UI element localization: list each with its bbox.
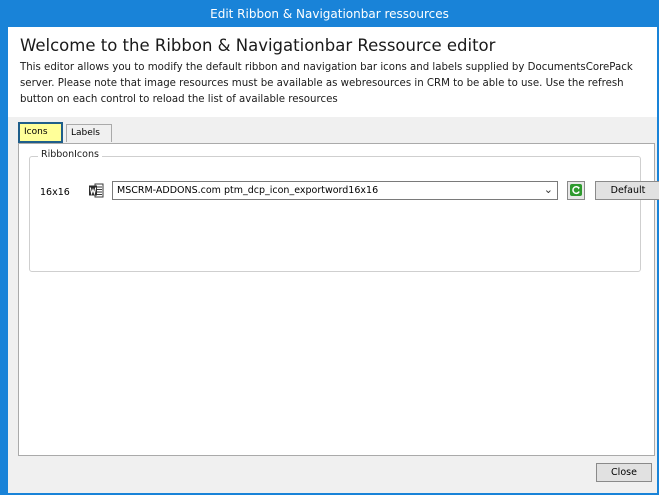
chevron-down-icon[interactable]: ⌄: [544, 183, 553, 196]
page-title: Welcome to the Ribbon & Navigationbar Re…: [20, 36, 496, 55]
header-panel: Welcome to the Ribbon & Navigationbar Re…: [8, 27, 657, 117]
close-button[interactable]: Close: [596, 463, 652, 482]
description-text: This editor allows you to modify the def…: [20, 62, 633, 105]
ribbon-icons-group: RibbonIcons 16x16 MSCRM-ADDONS.com ptm_d…: [29, 149, 659, 272]
group-label: RibbonIcons: [38, 149, 102, 160]
editor-window: Edit Ribbon & Navigationbar ressources W…: [0, 0, 659, 495]
tab-icons[interactable]: Icons: [18, 122, 63, 143]
refresh-icon: [570, 181, 582, 200]
icon-resource-select[interactable]: MSCRM-ADDONS.com ptm_dcp_icon_exportword…: [112, 181, 558, 200]
tab-labels[interactable]: Labels: [66, 124, 112, 142]
default-button[interactable]: Default: [595, 181, 659, 200]
refresh-button[interactable]: [567, 181, 585, 200]
selected-resource: MSCRM-ADDONS.com ptm_dcp_icon_exportword…: [117, 185, 379, 196]
word-document-icon: [89, 183, 104, 198]
window-title: Edit Ribbon & Navigationbar ressources: [210, 6, 449, 21]
title-bar[interactable]: Edit Ribbon & Navigationbar ressources: [0, 0, 659, 27]
tab-panel-icons: RibbonIcons 16x16 MSCRM-ADDONS.com ptm_d…: [18, 143, 659, 456]
size-label: 16x16: [40, 187, 70, 198]
